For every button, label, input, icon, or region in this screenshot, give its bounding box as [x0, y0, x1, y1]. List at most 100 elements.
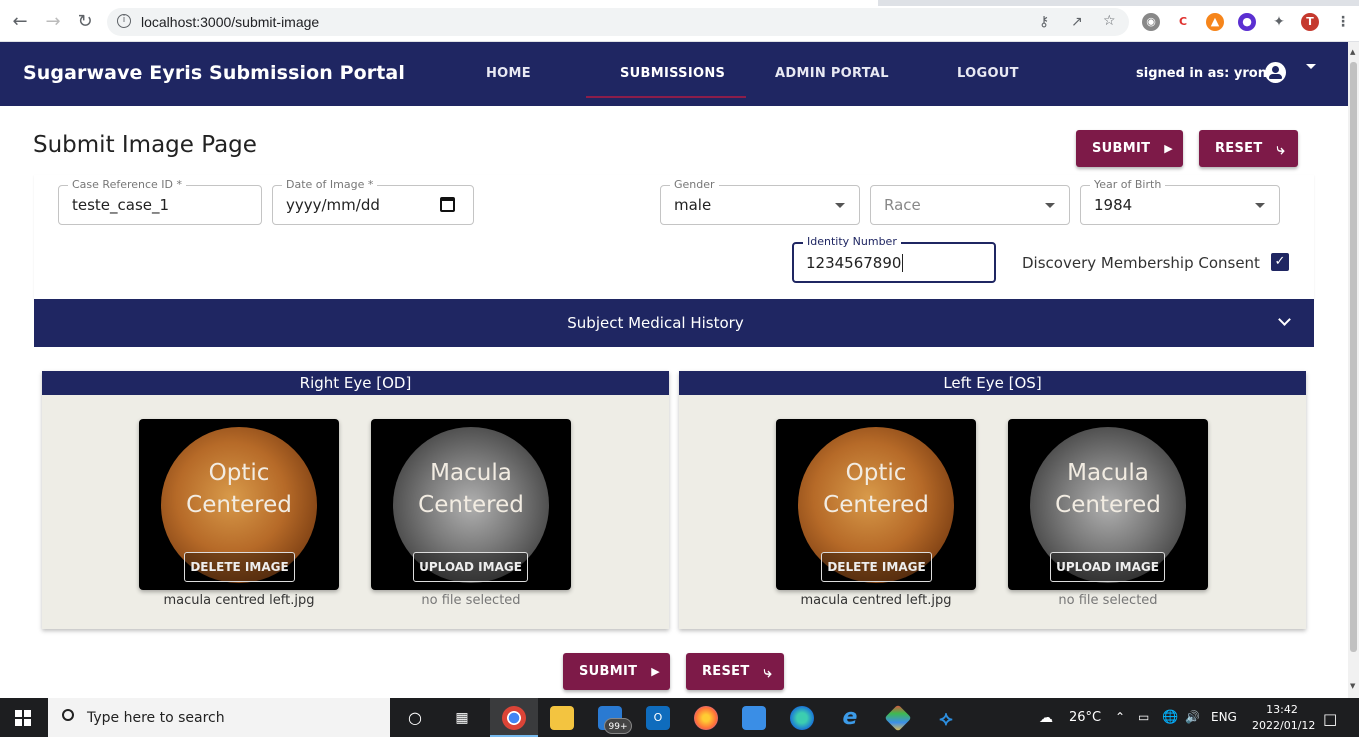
- page-scrollbar[interactable]: ▲ ▼: [1348, 42, 1359, 698]
- left-macula-caption: Macula Centered: [1008, 457, 1208, 521]
- year-of-birth-label: Year of Birth: [1090, 178, 1166, 191]
- left-eye-title: Left Eye [OS]: [679, 371, 1306, 395]
- taskbar-search-box[interactable]: Type here to search: [48, 698, 390, 737]
- gender-label: Gender: [670, 178, 719, 191]
- right-optic-file-name: macula centred left.jpg: [163, 593, 315, 608]
- network-globe-icon[interactable]: 🌐: [1162, 710, 1178, 725]
- scroll-up-icon[interactable]: ▲: [1350, 48, 1355, 56]
- right-macula-upload-button[interactable]: UPLOAD IMAGE: [413, 552, 528, 582]
- account-menu-caret-icon[interactable]: [1306, 64, 1316, 69]
- reset-button-top[interactable]: RESET ⤷: [1199, 130, 1298, 167]
- edge-icon[interactable]: [790, 706, 814, 730]
- redo-icon: ⤷: [1276, 139, 1286, 158]
- year-of-birth-select[interactable]: Year of Birth 1984: [1080, 178, 1280, 225]
- extension-purple-icon[interactable]: ●: [1238, 13, 1256, 31]
- caption-line1: Macula: [430, 460, 512, 486]
- caption-line2: Centered: [418, 492, 524, 518]
- race-select[interactable]: Race: [870, 185, 1070, 225]
- task-view-icon[interactable]: ▦: [450, 706, 474, 730]
- left-optic-delete-button[interactable]: DELETE IMAGE: [821, 552, 932, 582]
- scrollbar-thumb[interactable]: [1350, 62, 1357, 652]
- mail-badge: 99+: [604, 718, 632, 734]
- gender-dropdown-arrow-icon: [835, 203, 845, 208]
- firefox-icon[interactable]: [694, 706, 718, 730]
- cortana-icon[interactable]: ○: [403, 706, 427, 730]
- internet-explorer-icon[interactable]: e: [838, 706, 862, 730]
- outlook-icon[interactable]: O: [646, 706, 670, 730]
- weather-temp[interactable]: 26°C: [1069, 710, 1101, 725]
- browser-toolbar: ← → ↻ i localhost:3000/submit-image ⚷ ↗ …: [0, 0, 1359, 42]
- notifications-icon[interactable]: □: [1323, 710, 1337, 728]
- caption-line2: Centered: [1055, 492, 1161, 518]
- url-text: localhost:3000/submit-image: [141, 14, 320, 30]
- metamask-icon[interactable]: ▲: [1206, 13, 1224, 31]
- nav-home[interactable]: HOME: [486, 66, 531, 81]
- date-of-image-value: yyyy/mm/dd: [286, 196, 380, 214]
- chrome-icon[interactable]: [502, 706, 526, 730]
- submit-label: SUBMIT: [579, 664, 638, 679]
- consent-checkbox[interactable]: ✓: [1271, 253, 1289, 271]
- tab-strip: [0, 0, 1359, 6]
- extension-icon[interactable]: ◉: [1142, 13, 1160, 31]
- right-optic-delete-button[interactable]: DELETE IMAGE: [184, 552, 295, 582]
- scroll-down-icon[interactable]: ▼: [1350, 682, 1355, 690]
- forward-icon[interactable]: →: [43, 12, 63, 32]
- medical-history-title: Subject Medical History: [567, 314, 744, 332]
- reset-button-bottom[interactable]: RESET ⤷: [686, 653, 784, 690]
- store-icon[interactable]: [742, 706, 766, 730]
- case-reference-field[interactable]: Case Reference ID * teste_case_1: [58, 178, 262, 225]
- year-of-birth-dropdown-arrow-icon: [1255, 203, 1265, 208]
- back-icon[interactable]: ←: [10, 12, 30, 32]
- address-bar[interactable]: i localhost:3000/submit-image ⚷ ↗ ☆: [107, 8, 1129, 36]
- battery-icon[interactable]: ▭: [1138, 710, 1149, 724]
- left-macula-file-name: no file selected: [1058, 593, 1158, 608]
- account-circle-icon[interactable]: [1265, 62, 1286, 83]
- site-info-icon[interactable]: i: [117, 14, 131, 28]
- nav-logout[interactable]: LOGOUT: [957, 66, 1019, 81]
- share-icon[interactable]: ↗: [1071, 14, 1083, 30]
- identity-number-field[interactable]: Identity Number 1234567890: [792, 235, 996, 283]
- caption-line1: Optic: [208, 460, 270, 486]
- reload-icon[interactable]: ↻: [75, 12, 95, 32]
- expand-chevron-icon[interactable]: [1278, 313, 1291, 326]
- vscode-icon[interactable]: ⟡: [934, 706, 958, 730]
- left-macula-upload-button[interactable]: UPLOAD IMAGE: [1050, 552, 1165, 582]
- right-eye-panel: Right Eye [OD] Optic Centered DELETE IMA…: [42, 371, 669, 629]
- gender-select[interactable]: Gender male: [660, 178, 860, 225]
- play-arrow-icon: ▶: [651, 665, 661, 678]
- submit-button-bottom[interactable]: SUBMIT ▶: [563, 653, 670, 690]
- identity-number-label: Identity Number: [803, 235, 901, 248]
- volume-icon[interactable]: 🔊: [1185, 710, 1200, 724]
- profile-avatar[interactable]: T: [1301, 13, 1319, 31]
- nav-admin-portal[interactable]: ADMIN PORTAL: [775, 66, 889, 81]
- submit-button-top[interactable]: SUBMIT ▶: [1076, 130, 1183, 167]
- menu-kebab-icon[interactable]: ⋮: [1334, 13, 1352, 31]
- date-of-image-field[interactable]: Date of Image * yyyy/mm/dd: [272, 178, 474, 225]
- file-explorer-icon[interactable]: [550, 706, 574, 730]
- app-diamond-icon[interactable]: [884, 704, 912, 732]
- bookmark-star-icon[interactable]: ☆: [1103, 13, 1116, 29]
- puzzle-icon[interactable]: ✦: [1270, 13, 1288, 31]
- date-of-image-label: Date of Image *: [282, 178, 378, 191]
- active-tab[interactable]: [0, 0, 878, 6]
- key-icon[interactable]: ⚷: [1039, 14, 1049, 30]
- search-icon: [62, 709, 74, 721]
- gender-value: male: [674, 196, 712, 214]
- extension-c-icon[interactable]: C: [1174, 13, 1192, 31]
- taskbar-clock[interactable]: 13:42 2022/01/12: [1252, 702, 1315, 734]
- tray-chevron-up-icon[interactable]: ⌃: [1115, 710, 1125, 724]
- calendar-icon[interactable]: [440, 197, 455, 212]
- language-indicator[interactable]: ENG: [1211, 710, 1237, 724]
- reset-label: RESET: [702, 664, 750, 679]
- case-reference-label: Case Reference ID *: [68, 178, 187, 191]
- right-macula-file-name: no file selected: [421, 593, 521, 608]
- medical-history-accordion[interactable]: Subject Medical History: [34, 299, 1314, 347]
- caption-line1: Optic: [845, 460, 907, 486]
- consent-label: Discovery Membership Consent: [1022, 254, 1260, 272]
- caption-line2: Centered: [186, 492, 292, 518]
- windows-start-icon[interactable]: [15, 710, 31, 726]
- weather-cloud-icon[interactable]: ☁: [1039, 710, 1053, 726]
- left-macula-image-card: Macula Centered UPLOAD IMAGE: [1008, 419, 1208, 590]
- active-nav-indicator: [586, 96, 746, 98]
- nav-submissions[interactable]: SUBMISSIONS: [620, 66, 725, 81]
